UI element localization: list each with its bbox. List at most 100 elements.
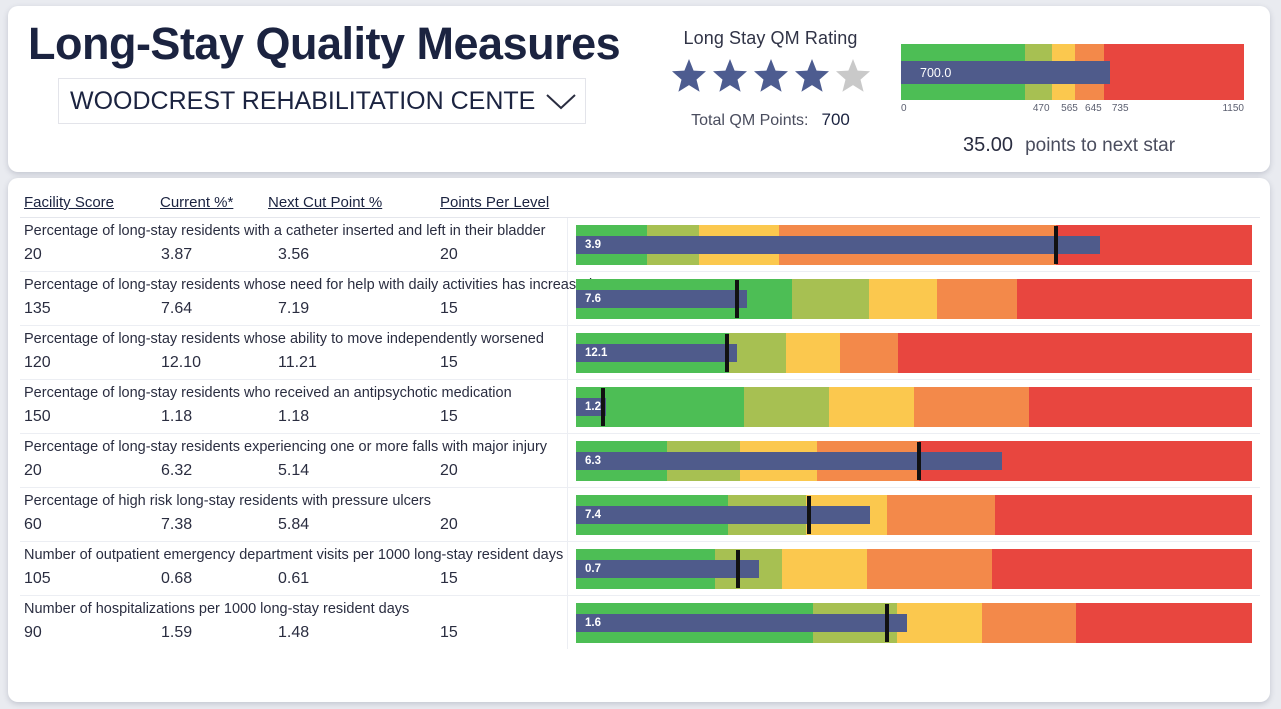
table-row[interactable]: Percentage of long-stay residents whose …: [20, 271, 1260, 325]
measure-bullet-value-label: 6.3: [585, 455, 601, 467]
measure-bullet-band-3: [936, 279, 1018, 319]
measure-bullet-band-3: [913, 387, 1029, 427]
table-row[interactable]: Number of hospitalizations per 1000 long…: [20, 595, 1260, 649]
table-row[interactable]: Percentage of long-stay residents whose …: [20, 325, 1260, 379]
cell-facility-score: 135: [24, 300, 51, 317]
measure-bullet-chart: 1.2: [576, 387, 1252, 427]
cell-current-pct: 12.10: [161, 354, 202, 371]
cell-current-pct: 6.32: [161, 462, 193, 479]
qm-rating-label: Long Stay QM Rating: [683, 28, 858, 48]
cell-points-per-level: 15: [440, 624, 458, 641]
table-row-left: Percentage of long-stay residents whose …: [20, 326, 568, 379]
chevron-down-icon[interactable]: [537, 91, 585, 111]
measure-bullet-chart: 0.7: [576, 549, 1252, 589]
table-row-left: Number of outpatient emergency departmen…: [20, 542, 568, 595]
measure-bullet-value-bar: 7.6: [576, 290, 748, 308]
cell-next-cut-point: 3.56: [278, 246, 310, 263]
measure-bullet-chart: 1.6: [576, 603, 1252, 643]
total-qm-points-label: Total QM Points:: [691, 112, 809, 129]
cell-next-cut-point: 0.61: [278, 570, 310, 587]
column-header-next-cut-point[interactable]: Next Cut Point %: [268, 194, 382, 211]
measure-bullet-target-marker: [1053, 226, 1058, 264]
cell-points-per-level: 20: [440, 516, 458, 533]
measure-bullet-band-4: [1017, 279, 1252, 319]
measure-bullet-value-bar: 12.1: [576, 344, 737, 362]
qm-points-bullet-chart: 700.0 0 470 565 645 735 1150: [901, 44, 1244, 118]
table-row[interactable]: Percentage of long-stay residents experi…: [20, 433, 1260, 487]
measure-bullet-band-2: [782, 549, 867, 589]
cell-facility-score: 60: [24, 516, 42, 533]
measures-table-card: Facility Score Current %* Next Cut Point…: [8, 178, 1270, 702]
cell-facility-score: 120: [24, 354, 51, 371]
table-row-left: Percentage of long-stay residents who re…: [20, 380, 568, 433]
table-column-headers: Facility Score Current %* Next Cut Point…: [20, 194, 568, 216]
measure-bullet-target-marker: [601, 388, 606, 426]
measure-bullet-chart: 3.9: [576, 225, 1252, 265]
qm-points-bullet-bands: 700.0: [901, 44, 1244, 100]
measure-bullet-target-marker: [724, 334, 729, 372]
measure-bullet-value-bar: 1.6: [576, 614, 908, 632]
measure-bullet-target-marker: [884, 604, 889, 642]
column-header-points-per-level[interactable]: Points Per Level: [440, 194, 549, 211]
table-row[interactable]: Percentage of long-stay residents who re…: [20, 379, 1260, 433]
star-icon-filled: [753, 59, 788, 92]
measure-bullet-band-2: [868, 279, 937, 319]
measure-bullet-value-label: 0.7: [585, 563, 601, 575]
measure-bullet-chart: 12.1: [576, 333, 1252, 373]
measure-bullet-band-2: [828, 387, 914, 427]
cell-points-per-level: 15: [440, 300, 458, 317]
measure-bullet-band-4: [995, 495, 1252, 535]
measure-bullet-bands: [576, 387, 1252, 427]
cell-current-pct: 1.18: [161, 408, 193, 425]
measure-name: Percentage of long-stay residents whose …: [24, 331, 544, 347]
qm-points-tick-1: 470: [1032, 103, 1050, 114]
cell-points-per-level: 20: [440, 246, 458, 263]
measure-bullet-band-3: [866, 549, 992, 589]
table-row-left: Number of hospitalizations per 1000 long…: [20, 596, 568, 649]
column-header-current-pct[interactable]: Current %*: [160, 194, 233, 211]
measure-bullet-target-marker: [917, 442, 922, 480]
measure-bullet-band-1: [792, 279, 869, 319]
table-row-left: Percentage of long-stay residents with a…: [20, 218, 568, 271]
total-qm-points-value: 700: [821, 110, 850, 129]
facility-select-value: WOODCREST REHABILITATION CENTER: [70, 86, 537, 115]
cell-current-pct: 7.64: [161, 300, 193, 317]
qm-points-tick-0: 0: [901, 103, 907, 114]
table-row-left: Percentage of long-stay residents whose …: [20, 272, 592, 325]
star-icon-empty: [835, 59, 870, 92]
qm-rating-block: Long Stay QM Rating Total QM Points: 700: [663, 28, 878, 130]
star-icon-filled: [794, 59, 829, 92]
measure-bullet-chart: 6.3: [576, 441, 1252, 481]
measure-bullet-chart: 7.4: [576, 495, 1252, 535]
cell-next-cut-point: 7.19: [278, 300, 310, 317]
measure-bullet-band-4: [897, 333, 1252, 373]
cell-points-per-level: 15: [440, 408, 458, 425]
qm-points-tick-2: 565: [1061, 103, 1078, 114]
measure-bullet-target-marker: [807, 496, 812, 534]
table-row[interactable]: Number of outpatient emergency departmen…: [20, 541, 1260, 595]
measure-bullet-band-3: [886, 495, 996, 535]
measure-name: Number of hospitalizations per 1000 long…: [24, 601, 410, 617]
points-to-next-star-label: points to next star: [1025, 135, 1176, 156]
measure-bullet-band-4: [1076, 603, 1252, 643]
facility-select-dropdown[interactable]: WOODCREST REHABILITATION CENTER: [58, 78, 586, 124]
qm-points-bullet-value-bar: 700.0: [901, 61, 1110, 84]
table-row[interactable]: Percentage of high risk long-stay reside…: [20, 487, 1260, 541]
table-row[interactable]: Percentage of long-stay residents with a…: [20, 217, 1260, 271]
measure-name: Percentage of long-stay residents with a…: [24, 223, 546, 239]
measure-bullet-value-bar: 0.7: [576, 560, 759, 578]
cell-next-cut-point: 1.48: [278, 624, 310, 641]
measure-name: Percentage of long-stay residents experi…: [24, 439, 548, 455]
column-header-facility-score[interactable]: Facility Score: [24, 194, 114, 211]
measure-bullet-band-1: [743, 387, 829, 427]
measure-bullet-band-3: [839, 333, 898, 373]
measure-bullet-value-bar: 6.3: [576, 452, 1002, 470]
measure-name: Number of outpatient emergency departmen…: [24, 547, 564, 563]
measure-bullet-value-label: 7.4: [585, 509, 601, 521]
star-icon-filled: [671, 59, 706, 92]
cell-points-per-level: 15: [440, 570, 458, 587]
star-rating: [663, 57, 878, 94]
cell-facility-score: 90: [24, 624, 42, 641]
cell-next-cut-point: 1.18: [278, 408, 310, 425]
cell-facility-score: 20: [24, 246, 42, 263]
